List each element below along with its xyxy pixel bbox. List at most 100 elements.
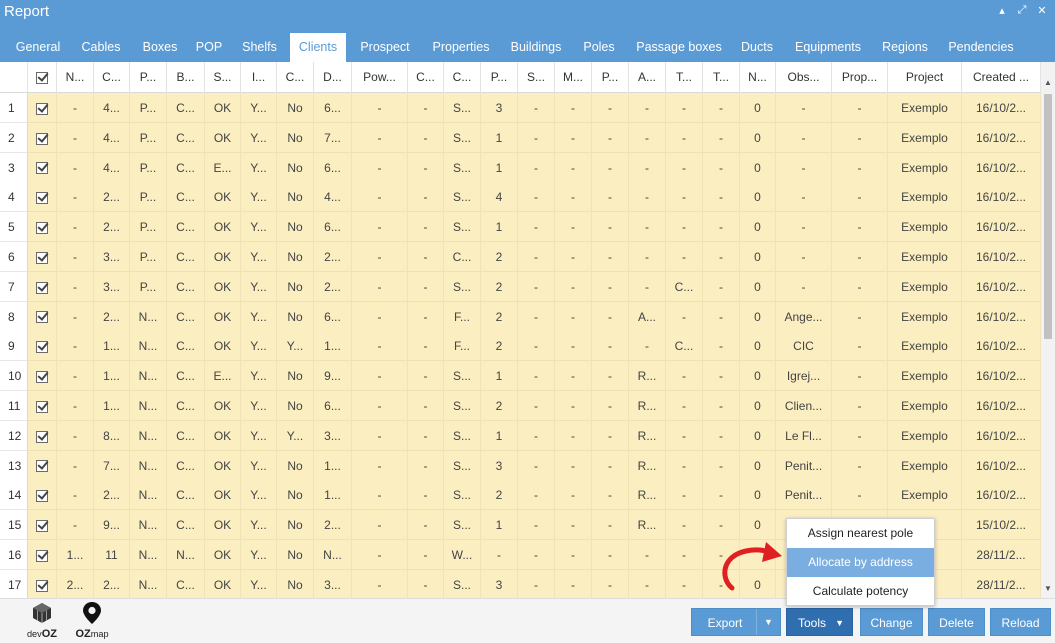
collapse-icon[interactable]: ▴ [995,4,1009,17]
table-row[interactable]: 8-2... N... C... OK Y... No 6... - - F... 2- - - A...… [0,301,1041,332]
column-header[interactable]: Created ... [962,62,1041,93]
menu-item-assign-nearest-pole[interactable]: Assign nearest pole [787,519,934,548]
scroll-up-icon[interactable]: ▲ [1041,76,1055,90]
tab-boxes[interactable]: Boxes [136,33,184,62]
column-header[interactable]: P... [130,62,167,93]
checkbox-icon[interactable] [36,192,48,205]
column-header[interactable]: M... [555,62,592,93]
column-header[interactable]: S... [518,62,555,93]
table-row[interactable]: 1-4... P... C... OK Y... No 6... - - S... 3- - - - - -0… [0,93,1041,123]
menu-item-calculate-potency[interactable]: Calculate potency [787,577,934,606]
column-header[interactable]: T... [703,62,740,93]
export-button[interactable]: Export ▼ [691,608,781,636]
tab-poles[interactable]: Poles [576,33,622,62]
tab-ducts[interactable]: Ducts [734,33,780,62]
checkbox-icon[interactable] [36,490,48,503]
row-checkbox[interactable] [28,331,57,362]
column-header[interactable]: D... [314,62,352,93]
scroll-down-icon[interactable]: ▼ [1041,582,1055,596]
checkbox-icon[interactable] [36,251,48,264]
tab-prospect[interactable]: Prospect [352,33,418,62]
checkbox-icon[interactable] [36,222,48,235]
column-header[interactable]: P... [592,62,629,93]
table-row[interactable]: 3-4... P... C... E... Y... No 6... - - S... 1- - - - -… [0,152,1041,183]
row-checkbox[interactable] [28,271,57,302]
tab-passage-boxes[interactable]: Passage boxes [628,33,730,62]
row-checkbox[interactable] [28,420,57,451]
checkbox-icon[interactable] [36,579,48,592]
checkbox-icon[interactable] [36,132,48,145]
column-header[interactable]: N... [740,62,776,93]
column-header[interactable]: S... [205,62,241,93]
tab-buildings[interactable]: Buildings [503,33,569,62]
select-all-checkbox[interactable] [28,62,57,93]
table-row[interactable]: 9-1... N... C... OK Y... Y... 1... - - F... 2- - - - C… [0,331,1041,362]
tab-shelfs[interactable]: Shelfs [235,33,284,62]
checkbox-icon[interactable] [36,341,48,354]
close-icon[interactable]: ✕ [1035,4,1049,17]
reload-button[interactable]: Reload [990,608,1051,636]
tools-button[interactable]: Tools ▼ [786,608,853,636]
table-row[interactable]: 13-7... N... C... OK Y... No 1... - - S... 3- - - R..… [0,450,1041,481]
row-checkbox[interactable] [28,301,57,332]
table-row[interactable]: 7-3... P... C... OK Y... No 2... - - S... 2- - - - C..… [0,271,1041,302]
checkbox-icon[interactable] [36,371,48,384]
tab-pop[interactable]: POP [190,33,228,62]
column-header[interactable]: C... [94,62,130,93]
checkbox-icon[interactable] [36,102,48,115]
checkbox-icon[interactable] [36,162,48,175]
row-checkbox[interactable] [28,540,57,570]
column-header[interactable]: T... [666,62,703,93]
column-header[interactable]: C... [277,62,314,93]
column-header[interactable]: B... [167,62,205,93]
table-row[interactable]: 4-2... P... C... OK Y... No 4... - - S... 4- - - - - -0… [0,182,1041,213]
column-header[interactable]: N... [57,62,94,93]
row-checkbox[interactable] [28,361,57,392]
change-button[interactable]: Change [860,608,923,636]
table-row[interactable]: 12-8... N... C... OK Y... Y... 3... - - S... 1- - - R… [0,420,1041,451]
maximize-icon[interactable]: ⤢ [1015,4,1029,17]
menu-item-allocate-by-address[interactable]: Allocate by address [787,548,934,577]
checkbox-icon[interactable] [36,281,48,294]
row-checkbox[interactable] [28,212,57,243]
checkbox-icon[interactable] [36,400,48,413]
tab-equipments[interactable]: Equipments [786,33,870,62]
row-checkbox[interactable] [28,182,57,213]
row-checkbox[interactable] [28,569,57,598]
row-checkbox[interactable] [28,93,57,123]
column-header[interactable]: Pow... [352,62,408,93]
checkbox-icon[interactable] [36,71,48,84]
table-row[interactable]: 14-2... N... C... OK Y... No 1... - - S... 2- - - R..… [0,480,1041,511]
checkbox-icon[interactable] [36,520,48,533]
row-checkbox[interactable] [28,480,57,511]
delete-button[interactable]: Delete [928,608,985,636]
table-row[interactable]: 2-4... P... C... OK Y... No 7... - - S... 1- - - - - -0… [0,122,1041,153]
row-checkbox[interactable] [28,122,57,153]
table-row[interactable]: 6-3... P... C... OK Y... No 2... - - C... 2- - - - - -0… [0,242,1041,272]
chevron-down-icon[interactable]: ▼ [835,609,844,637]
chevron-down-icon[interactable]: ▼ [756,609,780,635]
column-header[interactable]: I... [241,62,277,93]
column-header[interactable]: Prop... [832,62,888,93]
column-header[interactable]: C... [408,62,444,93]
vertical-scrollbar[interactable]: ▲ ▼ [1041,62,1055,598]
row-checkbox[interactable] [28,391,57,421]
checkbox-icon[interactable] [36,549,48,562]
tab-general[interactable]: General [8,33,68,62]
tab-cables[interactable]: Cables [75,33,127,62]
checkbox-icon[interactable] [36,460,48,473]
row-checkbox[interactable] [28,510,57,541]
column-header[interactable]: P... [481,62,518,93]
column-header[interactable]: Obs... [776,62,832,93]
column-header[interactable]: C... [444,62,481,93]
row-checkbox[interactable] [28,242,57,272]
column-header[interactable]: Project [888,62,962,93]
tab-regions[interactable]: Regions [874,33,936,62]
tab-pendencies[interactable]: Pendencies [941,33,1021,62]
checkbox-icon[interactable] [36,430,48,443]
tab-clients[interactable]: Clients [290,33,346,62]
row-number-header[interactable] [0,62,28,93]
row-checkbox[interactable] [28,152,57,183]
scrollbar-thumb[interactable] [1044,94,1052,339]
table-row[interactable]: 10-1... N... C... E... Y... No 9... - - S... 1- - - R… [0,361,1041,392]
